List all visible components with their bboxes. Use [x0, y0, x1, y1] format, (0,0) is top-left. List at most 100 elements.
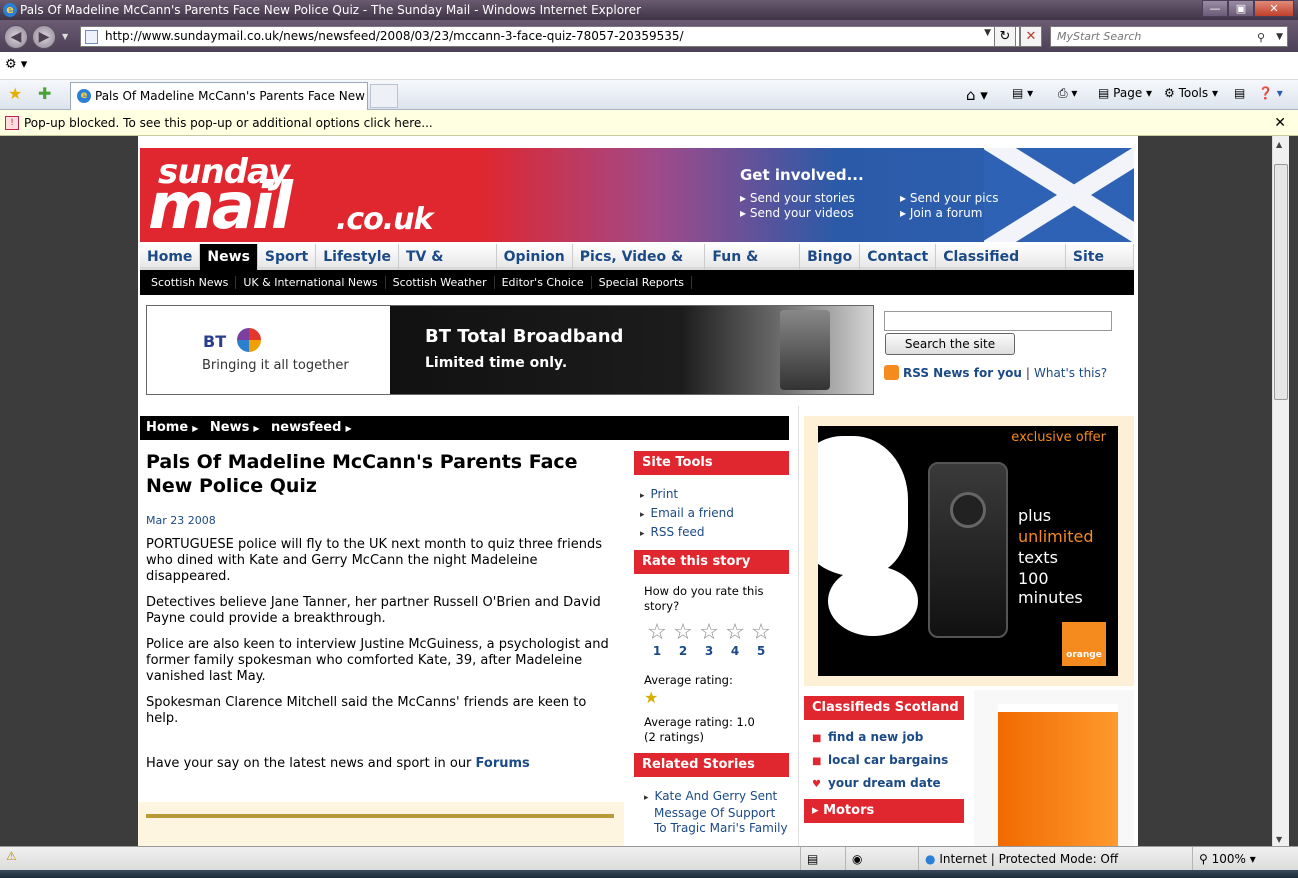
nav-contact[interactable]: Contact	[860, 244, 937, 270]
research-icon[interactable]: ▤	[1234, 86, 1245, 100]
rating-1[interactable]: 1	[644, 644, 670, 659]
nav-news[interactable]: News	[200, 244, 258, 270]
recent-pages-dropdown-icon[interactable]: ▼	[62, 32, 68, 41]
scroll-thumb[interactable]	[1274, 164, 1288, 400]
popup-message[interactable]: Pop-up blocked. To see this pop-up or ad…	[24, 116, 433, 130]
status-privacy-icon[interactable]: ◉	[845, 847, 915, 871]
logo-suffix[interactable]: .co.uk	[336, 202, 433, 237]
breadcrumb-news[interactable]: News	[210, 420, 249, 435]
nav-classified-scotland[interactable]: Classified Scotland	[936, 244, 1066, 291]
join-forum-link[interactable]: ▸ Join a forum	[900, 206, 982, 220]
dolphin-tail-graphic	[828, 566, 918, 636]
nav-opinion[interactable]: Opinion	[497, 244, 573, 270]
phone-image	[928, 462, 1008, 638]
star-4-icon[interactable]: ☆	[722, 622, 748, 644]
nav-pics-video-audio[interactable]: Pics, Video & Audio	[573, 244, 706, 291]
search-site-button[interactable]: Search the site	[885, 333, 1015, 355]
motors-header[interactable]: ▸ Motors	[804, 799, 964, 823]
subnav-scottish-weather[interactable]: Scottish Weather	[386, 276, 495, 289]
subnav-scottish-news[interactable]: Scottish News	[144, 276, 237, 289]
rating-3[interactable]: 3	[696, 644, 722, 659]
rating-2[interactable]: 2	[670, 644, 696, 659]
send-pics-label: Send your pics	[909, 191, 999, 205]
subnav-editors-choice[interactable]: Editor's Choice	[495, 276, 592, 289]
nav-bingo[interactable]: Bingo	[800, 244, 861, 270]
star-2-icon[interactable]: ☆	[670, 622, 696, 644]
send-stories-label: Send your stories	[749, 191, 855, 205]
forward-button[interactable]: ▶	[32, 25, 56, 49]
toolbar-options-icon[interactable]: ⚙ ▾	[5, 57, 27, 72]
send-stories-link[interactable]: ▸ Send your stories	[740, 191, 855, 205]
subnav-special-reports[interactable]: Special Reports	[592, 276, 692, 289]
tab-current[interactable]: e Pals Of Madeline McCann's Parents Face…	[70, 82, 368, 110]
rss-feed-link[interactable]: RSS feed	[640, 525, 789, 539]
status-warning-icon[interactable]: ⚠	[6, 849, 17, 863]
whats-this-link[interactable]: What's this?	[1034, 366, 1107, 380]
scroll-up-icon[interactable]: ▲	[1276, 140, 1282, 149]
back-button[interactable]: ◀	[4, 25, 28, 49]
subnav-uk-international[interactable]: UK & International News	[236, 276, 386, 289]
car-bargains-link[interactable]: ■ local car bargains	[812, 753, 964, 767]
related-story-link[interactable]: Kate And Gerry Sent Message Of Support T…	[638, 789, 789, 836]
web-page: sunday mail .co.uk Get involved... ▸ Sen…	[138, 136, 1138, 846]
email-friend-link[interactable]: Email a friend	[640, 506, 789, 520]
print-icon[interactable]: ⎙ ▾	[1058, 86, 1077, 101]
rss-icon[interactable]	[884, 365, 899, 380]
nav-home[interactable]: Home	[140, 244, 201, 270]
add-favorites-icon[interactable]: ✚	[38, 84, 51, 103]
home-icon[interactable]: ⌂ ▾	[966, 86, 988, 104]
rating-4[interactable]: 4	[722, 644, 748, 659]
search-dropdown-icon[interactable]: ▼	[1276, 28, 1283, 47]
nav-tv-showbiz[interactable]: TV & Showbiz	[399, 244, 497, 291]
close-button[interactable]: ✕	[1254, 0, 1294, 17]
address-url[interactable]: http://www.sundaymail.co.uk/news/newsfee…	[105, 29, 684, 43]
status-popup-icon[interactable]: ▤	[800, 847, 840, 871]
car-icon: ■	[812, 756, 822, 767]
page-menu[interactable]: ▤ Page ▾	[1098, 86, 1152, 100]
bt-broadband-ad[interactable]: BT Bringing it all together BT Total Bro…	[146, 305, 874, 395]
scroll-down-icon[interactable]: ▼	[1276, 835, 1282, 844]
print-link[interactable]: Print	[640, 487, 789, 501]
rss-news-link[interactable]: RSS News for you	[903, 366, 1022, 380]
nav-site-map[interactable]: Site Map	[1066, 244, 1134, 291]
zoom-control[interactable]: ⚲ 100% ▾	[1192, 847, 1292, 871]
rating-numbers: 1 2 3 4 5	[644, 644, 789, 659]
star-5-icon[interactable]: ☆	[748, 622, 774, 644]
feeds-icon[interactable]: ▤ ▾	[1012, 86, 1033, 100]
refresh-button[interactable]: ↻	[994, 26, 1016, 47]
send-videos-link[interactable]: ▸ Send your videos	[740, 206, 854, 220]
favorites-star-icon[interactable]: ★	[8, 84, 22, 103]
vertical-scrollbar[interactable]: ▲ ▼	[1272, 136, 1289, 846]
join-forum-label: Join a forum	[909, 206, 983, 220]
nav-fun-games[interactable]: Fun & Games	[705, 244, 801, 291]
logo-mail[interactable]: mail	[148, 170, 293, 244]
address-dropdown-icon[interactable]: ▼	[984, 28, 991, 38]
forums-link[interactable]: Forums	[476, 756, 530, 771]
help-icon[interactable]: ❓ ▾	[1258, 86, 1283, 100]
nav-lifestyle[interactable]: Lifestyle	[316, 244, 399, 270]
tools-menu[interactable]: ⚙ Tools ▾	[1164, 86, 1218, 100]
search-icon[interactable]: ⚲	[1257, 28, 1265, 47]
site-search-input[interactable]	[884, 311, 1112, 331]
sony-ericsson-ad[interactable]: exclusive offer plus unlimited texts 100…	[818, 426, 1118, 676]
rating-5[interactable]: 5	[748, 644, 774, 659]
nav-sport[interactable]: Sport	[258, 244, 317, 270]
orange-side-ad[interactable]	[998, 704, 1118, 846]
find-job-link[interactable]: ■ find a new job	[812, 730, 964, 744]
star-3-icon[interactable]: ☆	[696, 622, 722, 644]
new-tab-button[interactable]	[370, 84, 398, 108]
globe-icon: ●	[925, 852, 936, 866]
stop-button[interactable]: ✕	[1020, 26, 1042, 47]
breadcrumb-home[interactable]: Home	[146, 420, 188, 435]
star-1-icon[interactable]: ☆	[644, 622, 670, 644]
search-box[interactable]: MyStart Search ⚲ ▼	[1050, 26, 1288, 47]
minimize-button[interactable]: —	[1202, 0, 1228, 17]
close-infobar-icon[interactable]: ✕	[1274, 110, 1286, 136]
address-bar[interactable]: http://www.sundaymail.co.uk/news/newsfee…	[80, 26, 1020, 47]
send-pics-link[interactable]: ▸ Send your pics	[900, 191, 998, 205]
security-zone[interactable]: ● Internet | Protected Mode: Off	[918, 847, 1188, 871]
breadcrumb-newsfeed[interactable]: newsfeed	[271, 420, 341, 435]
maximize-button[interactable]: ▣	[1228, 0, 1254, 17]
dream-date-link[interactable]: ♥ your dream date	[812, 776, 964, 790]
popup-blocked-bar[interactable]: ! Pop-up blocked. To see this pop-up or …	[0, 110, 1298, 136]
